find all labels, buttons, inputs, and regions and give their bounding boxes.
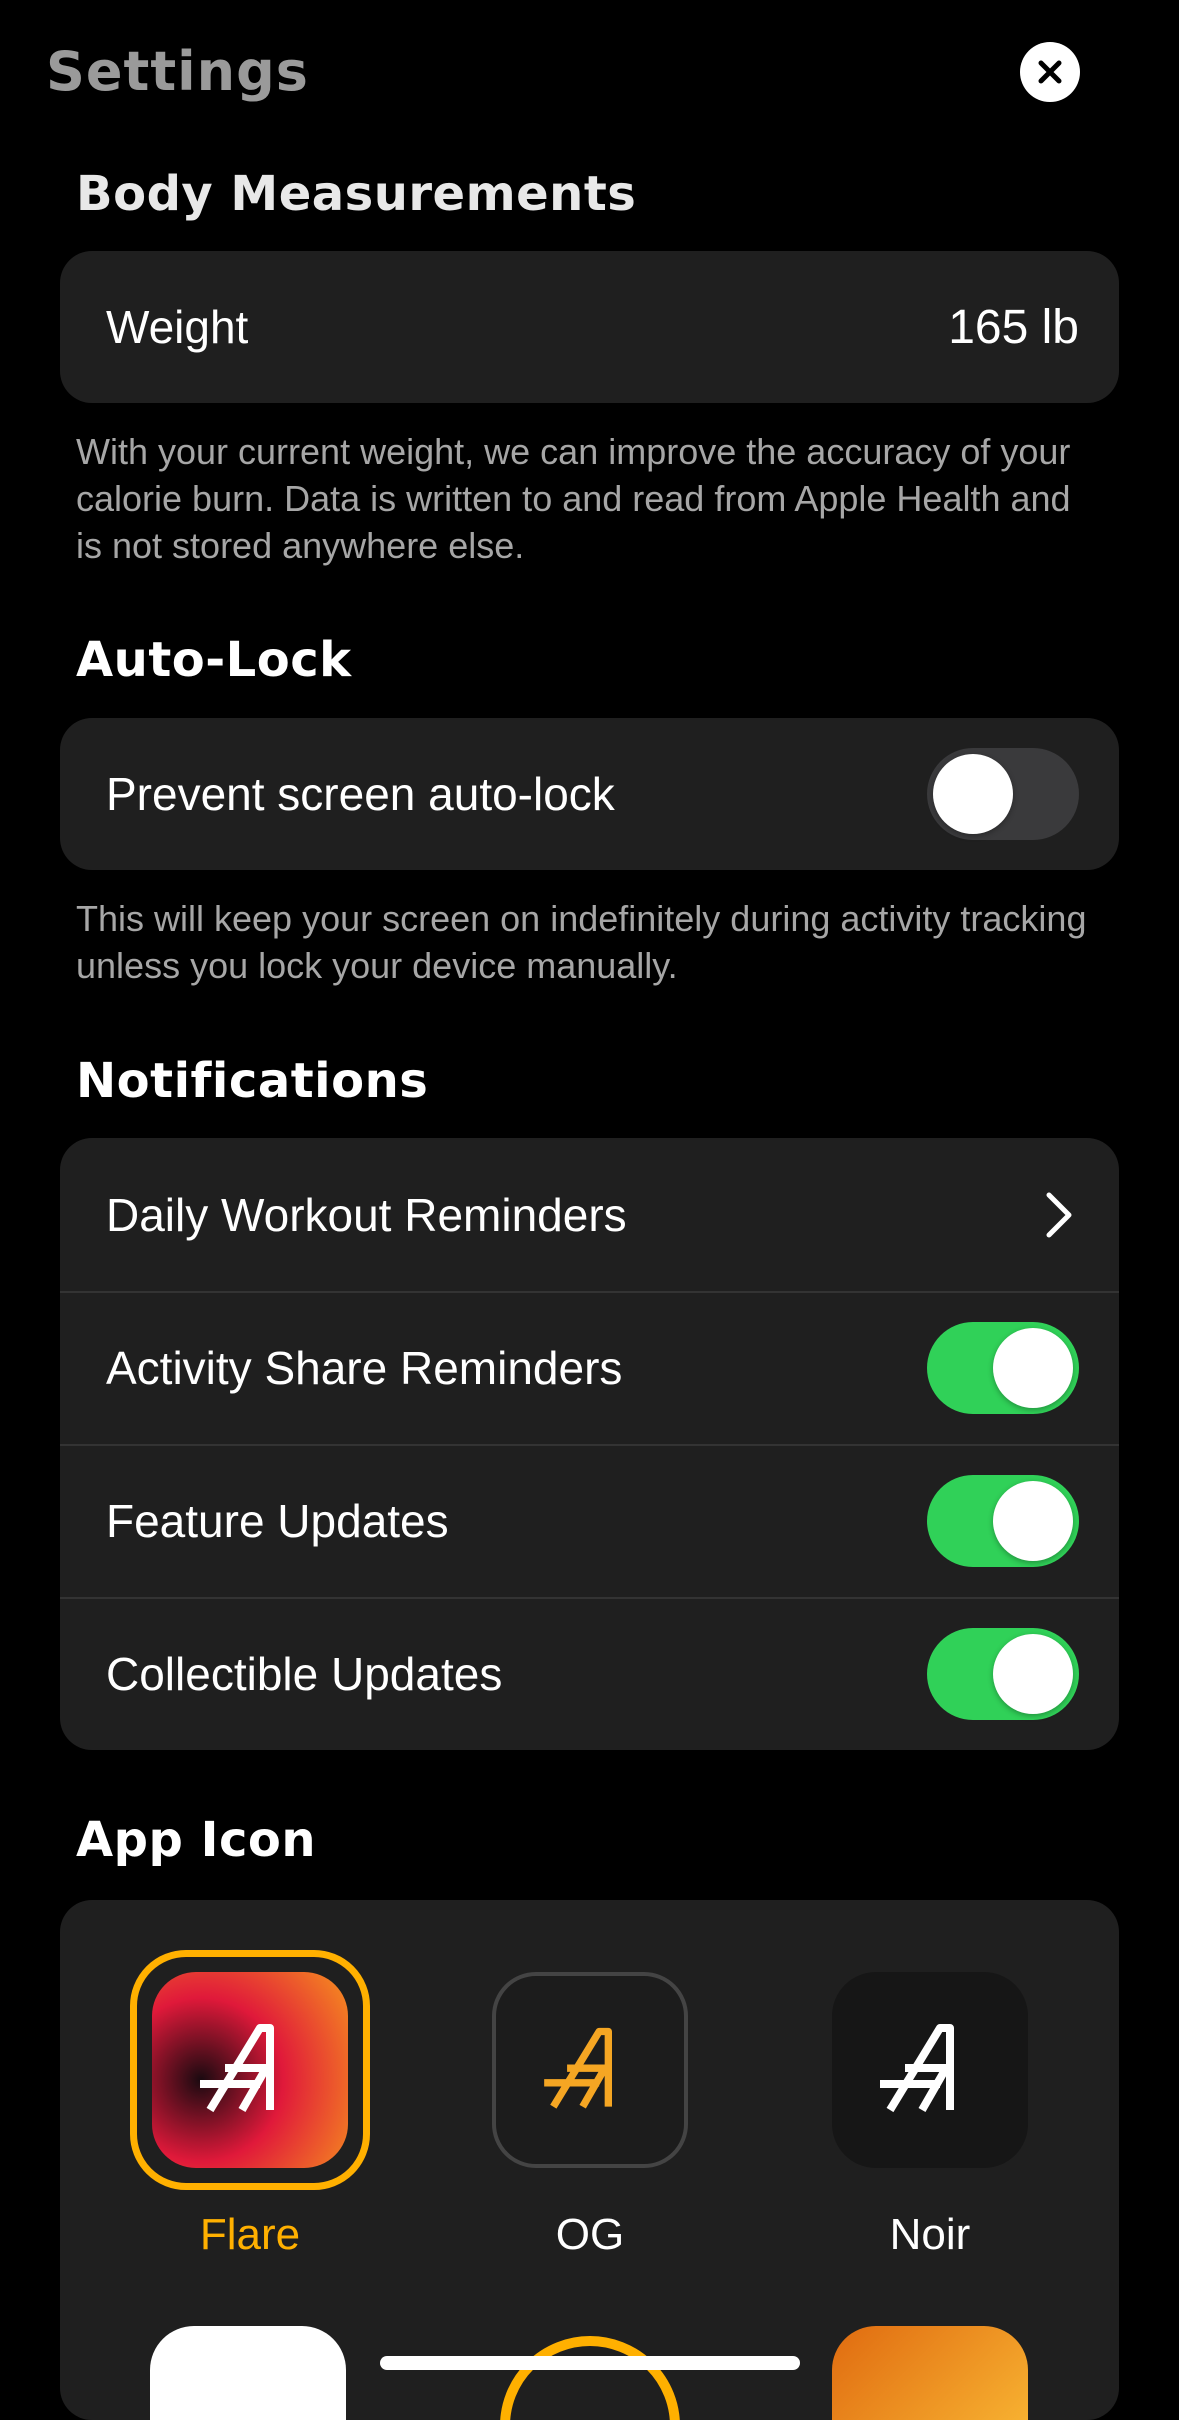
- app-icon-card: Flare OG Noir: [60, 1900, 1119, 2420]
- notifications-card: Daily Workout Reminders Activity Share R…: [60, 1138, 1119, 1750]
- activity-share-toggle[interactable]: [927, 1321, 1079, 1414]
- toggle-knob: [993, 1480, 1073, 1561]
- section-title-body-measurements: Body Measurements: [76, 166, 637, 222]
- toggle-knob: [993, 1633, 1073, 1714]
- collectible-updates-toggle[interactable]: [927, 1627, 1079, 1720]
- feature-updates-toggle[interactable]: [927, 1474, 1079, 1567]
- notification-label: Feature Updates: [106, 1494, 449, 1547]
- app-icon-frame: [470, 1950, 710, 2190]
- section-title-auto-lock: Auto-Lock: [76, 632, 352, 688]
- close-button[interactable]: [1020, 42, 1080, 102]
- close-icon: [1038, 60, 1062, 84]
- app-icon-label: OG: [555, 2210, 625, 2259]
- notification-label: Activity Share Reminders: [106, 1341, 623, 1394]
- og-app-icon: [492, 1972, 688, 2168]
- notification-row-activity-share: Activity Share Reminders: [60, 1291, 1119, 1444]
- notification-label: Daily Workout Reminders: [106, 1188, 627, 1241]
- app-icon-option-partial-2[interactable]: [500, 2336, 680, 2420]
- home-indicator[interactable]: [380, 2356, 800, 2370]
- app-icon-option-noir[interactable]: Noir: [810, 1950, 1050, 2260]
- app-logo-icon: [880, 2024, 954, 2113]
- app-icon-frame: [810, 1950, 1050, 2190]
- app-icon-option-og[interactable]: OG: [470, 1950, 710, 2260]
- weight-row[interactable]: Weight 165 lb: [60, 251, 1119, 403]
- auto-lock-toggle[interactable]: [927, 748, 1079, 840]
- app-icon-label: Flare: [199, 2210, 301, 2259]
- app-icon-frame: [130, 1950, 370, 2190]
- auto-lock-card: Prevent screen auto-lock: [60, 718, 1119, 870]
- notification-row-feature-updates: Feature Updates: [60, 1444, 1119, 1597]
- auto-lock-row: Prevent screen auto-lock: [60, 718, 1119, 870]
- app-icon-option-partial-1[interactable]: [150, 2326, 346, 2420]
- weight-value: 165 lb: [948, 300, 1079, 354]
- body-measurements-note: With your current weight, we can improve…: [76, 431, 1071, 566]
- chevron-right-icon: [1046, 1192, 1072, 1237]
- auto-lock-note: This will keep your screen on indefinite…: [76, 898, 1087, 986]
- weight-card: Weight 165 lb: [60, 251, 1119, 403]
- toggle-knob: [933, 754, 1013, 834]
- flare-app-icon: [152, 1972, 348, 2168]
- notification-row-daily-workout[interactable]: Daily Workout Reminders: [60, 1138, 1119, 1291]
- section-title-notifications: Notifications: [76, 1053, 429, 1109]
- notification-label: Collectible Updates: [106, 1647, 503, 1700]
- app-icon-option-partial-3[interactable]: [832, 2326, 1028, 2420]
- weight-label: Weight: [106, 301, 249, 353]
- app-logo-icon: [544, 2027, 612, 2109]
- noir-app-icon: [832, 1972, 1028, 2168]
- auto-lock-label: Prevent screen auto-lock: [106, 768, 615, 820]
- app-icon-option-flare[interactable]: Flare: [130, 1950, 370, 2260]
- app-icon-label: Noir: [889, 2210, 971, 2259]
- page-title: Settings: [46, 40, 309, 103]
- toggle-knob: [993, 1327, 1073, 1408]
- app-logo-icon: [200, 2024, 274, 2113]
- notification-row-collectible-updates: Collectible Updates: [60, 1597, 1119, 1750]
- section-title-app-icon: App Icon: [76, 1812, 317, 1868]
